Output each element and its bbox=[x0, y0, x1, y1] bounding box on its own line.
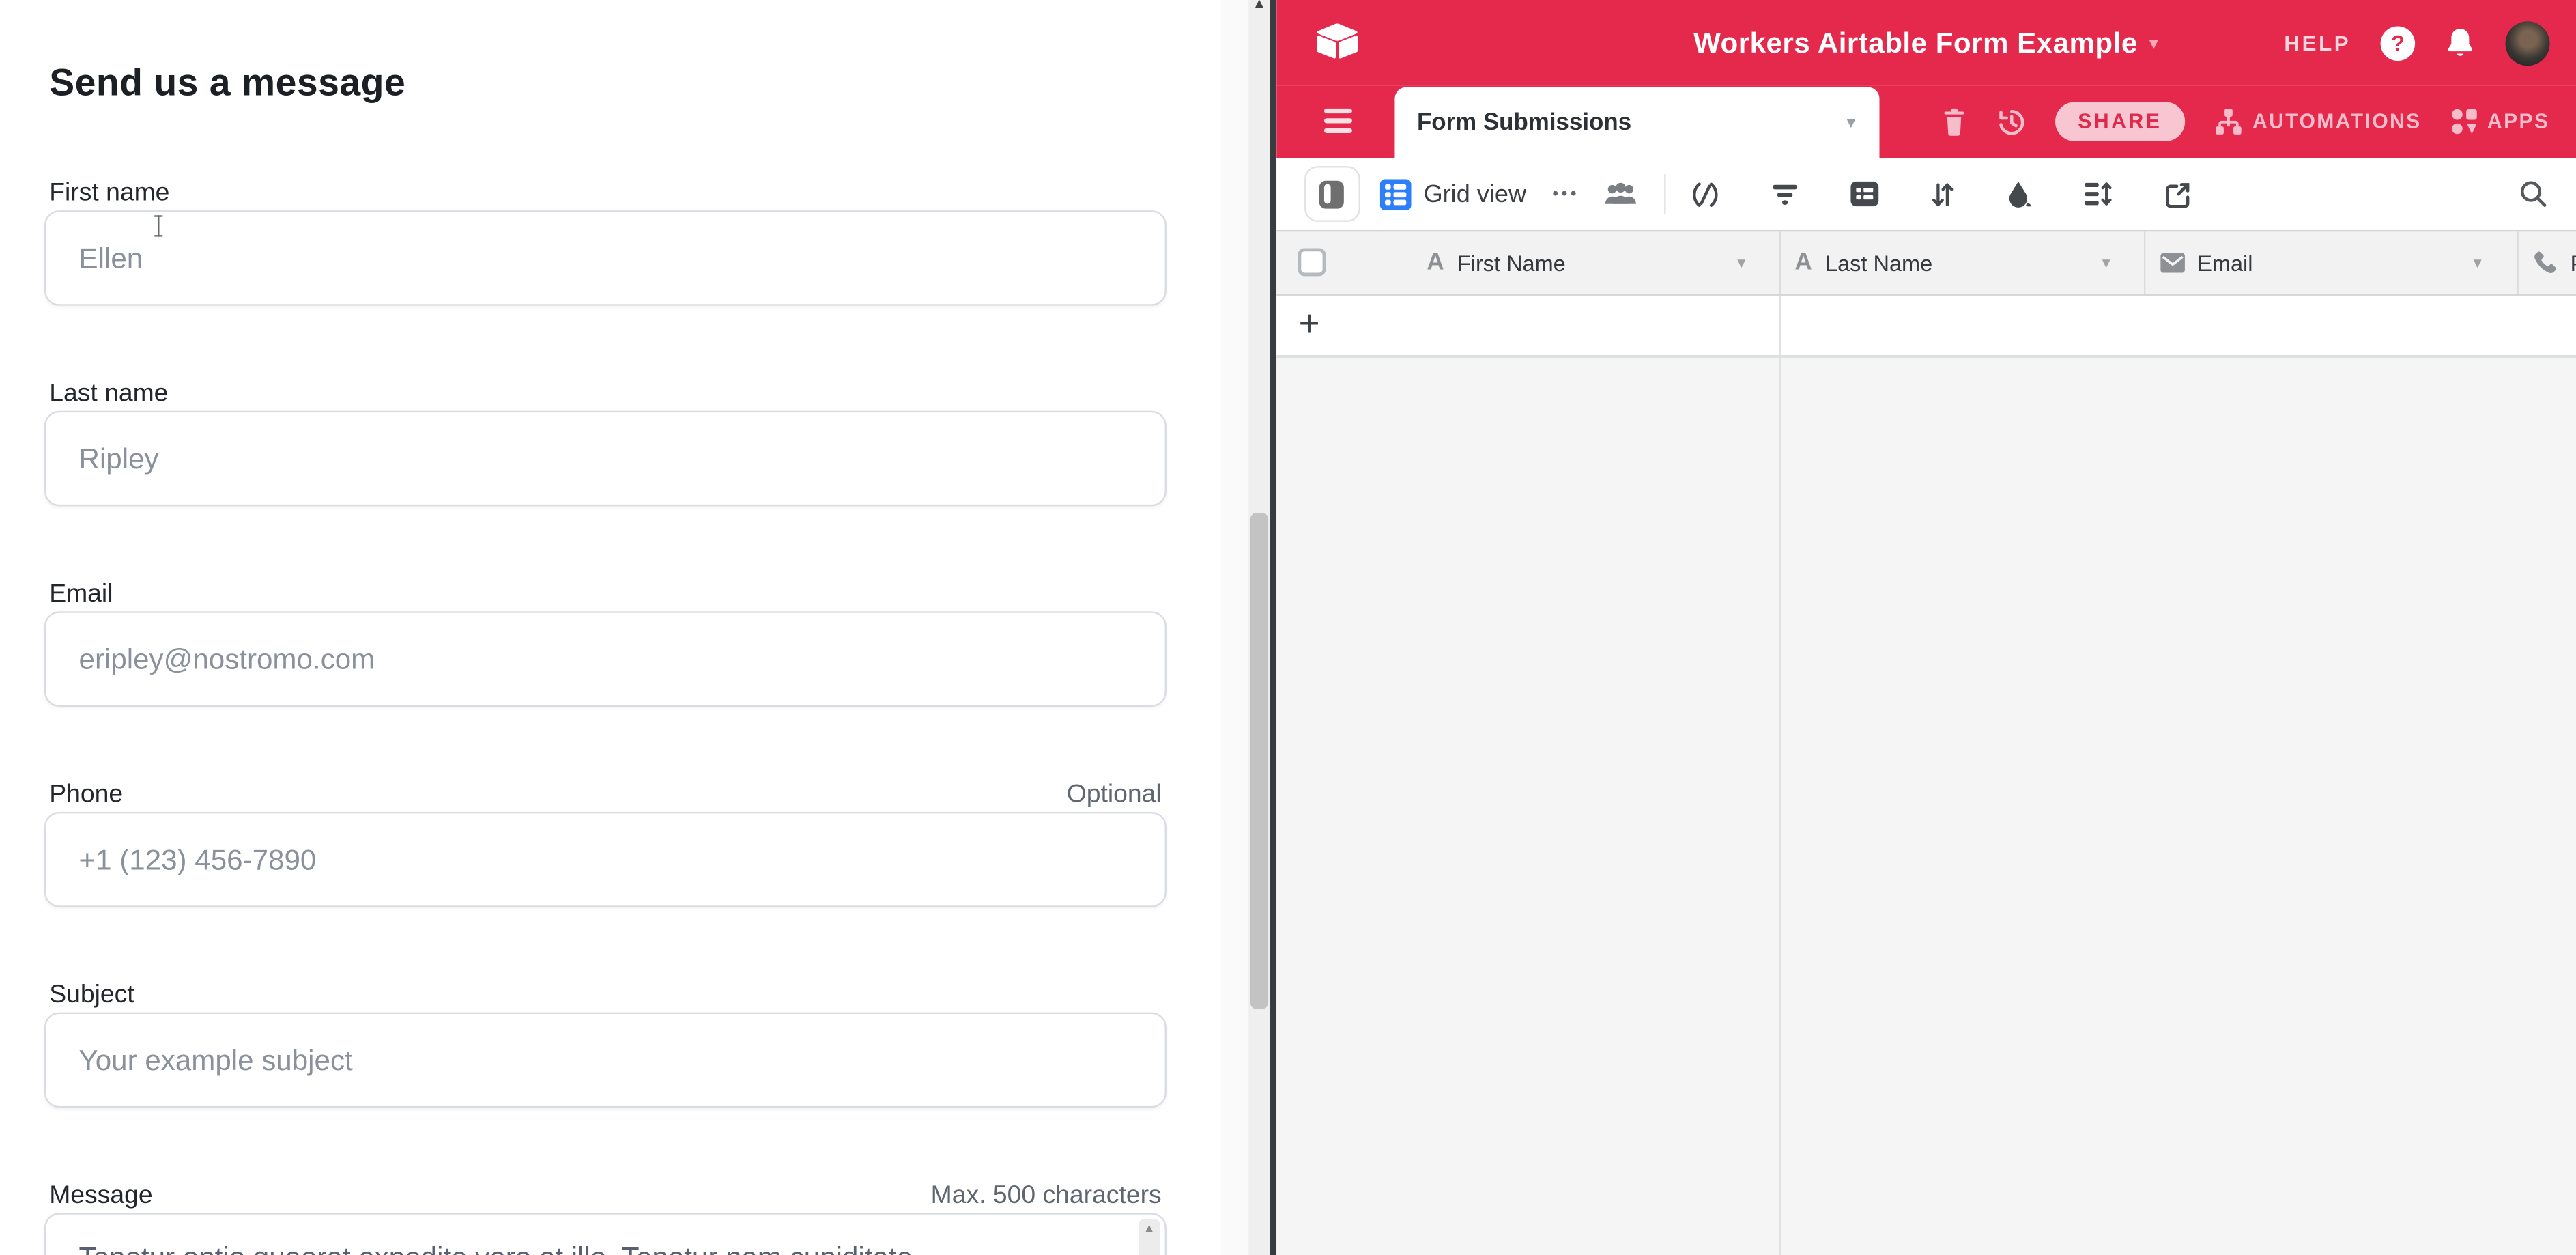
grid-view-icon bbox=[1379, 178, 1411, 210]
add-record-plus-icon[interactable]: + bbox=[1299, 302, 1320, 346]
table-list-menu-icon[interactable] bbox=[1323, 109, 1351, 133]
row-height-icon[interactable] bbox=[2083, 181, 2112, 208]
sidebar-icon bbox=[1319, 180, 1344, 208]
last-name-field-group: Last name bbox=[44, 378, 1167, 507]
grid-header-row: A First Name ▾ A Last Name ▾ Email bbox=[1276, 231, 2576, 296]
phone-optional-note: Optional bbox=[1067, 779, 1162, 810]
message-field-group: Message Max. 500 characters Tenetur opti… bbox=[44, 1180, 1167, 1255]
message-label: Message bbox=[49, 1180, 152, 1211]
subject-label: Subject bbox=[49, 980, 134, 1011]
text-cursor-icon bbox=[153, 215, 164, 236]
message-text: Tenetur optio quaerat expedite vero et i… bbox=[46, 1215, 1164, 1255]
phone-field-type-icon bbox=[2531, 250, 2558, 277]
column-first-name-caret-icon[interactable]: ▾ bbox=[1737, 231, 1745, 294]
share-view-icon[interactable] bbox=[2163, 180, 2191, 208]
window-divider bbox=[1270, 0, 1276, 1255]
column-divider[interactable] bbox=[1778, 231, 1781, 294]
apps-label: APPS bbox=[2487, 110, 2550, 133]
group-icon[interactable] bbox=[1849, 181, 1878, 208]
sort-icon[interactable] bbox=[1930, 180, 1954, 208]
column-email-caret-icon[interactable]: ▾ bbox=[2474, 231, 2482, 294]
page-gutter bbox=[1220, 0, 1248, 1255]
contact-form-panel: Send us a message First name Last name E… bbox=[0, 0, 1220, 1255]
search-icon[interactable] bbox=[2519, 179, 2548, 208]
history-icon[interactable] bbox=[1996, 106, 2027, 137]
filter-icon[interactable] bbox=[1771, 182, 1799, 206]
apps-button[interactable]: APPS bbox=[2450, 107, 2550, 136]
collaborators-icon[interactable] bbox=[1603, 181, 1637, 208]
hide-fields-icon[interactable] bbox=[1690, 180, 1719, 208]
form-title: Send us a message bbox=[49, 59, 1167, 105]
help-button[interactable]: HELP bbox=[2284, 31, 2351, 55]
phone-field-group: Phone Optional bbox=[44, 779, 1167, 907]
automations-icon bbox=[2213, 107, 2244, 136]
page-scrollbar[interactable]: ▲ bbox=[1248, 0, 1270, 1255]
column-last-name[interactable]: A Last Name bbox=[1795, 231, 1933, 294]
screen: Send us a message First name Last name E… bbox=[0, 0, 2576, 1255]
first-name-field-group: First name bbox=[44, 178, 1167, 306]
column-divider[interactable] bbox=[2516, 231, 2519, 294]
phone-input[interactable] bbox=[44, 812, 1167, 907]
column-email[interactable]: Email bbox=[2160, 231, 2253, 294]
message-max-chars-note: Max. 500 characters bbox=[931, 1180, 1162, 1211]
tab-form-submissions[interactable]: Form Submissions ▾ bbox=[1394, 87, 1878, 158]
base-title-caret-icon[interactable]: ▾ bbox=[2149, 32, 2158, 53]
column-divider[interactable] bbox=[2143, 231, 2146, 294]
page-scrollbar-thumb[interactable] bbox=[1250, 513, 1268, 1009]
automations-button[interactable]: AUTOMATIONS bbox=[2213, 107, 2421, 136]
select-all-checkbox[interactable] bbox=[1297, 248, 1325, 276]
view-toolbar: Grid view ••• bbox=[1276, 158, 2576, 231]
message-input[interactable]: Tenetur optio quaerat expedite vero et i… bbox=[44, 1213, 1167, 1255]
email-input[interactable] bbox=[44, 611, 1167, 707]
airtable-topbar: Workers Airtable Form Example ▾ HELP ? bbox=[1276, 0, 2576, 85]
grid-canvas bbox=[1276, 362, 2576, 1255]
column-last-name-caret-icon[interactable]: ▾ bbox=[2102, 231, 2110, 294]
apps-icon bbox=[2450, 107, 2479, 136]
subject-input[interactable] bbox=[44, 1013, 1167, 1108]
share-button[interactable]: SHARE bbox=[2055, 102, 2186, 141]
automations-label: AUTOMATIONS bbox=[2252, 110, 2422, 133]
last-name-label: Last name bbox=[49, 378, 168, 410]
text-field-type-icon: A bbox=[1427, 250, 1444, 277]
view-switcher[interactable]: Grid view bbox=[1379, 178, 1526, 210]
subject-field-group: Subject bbox=[44, 980, 1167, 1108]
notifications-bell-icon[interactable] bbox=[2444, 25, 2476, 60]
email-field-type-icon bbox=[2160, 253, 2184, 273]
message-scrollbar[interactable]: ▲ bbox=[1139, 1219, 1160, 1255]
color-icon[interactable] bbox=[2005, 179, 2032, 208]
first-name-input[interactable] bbox=[44, 210, 1167, 306]
trash-icon[interactable] bbox=[1940, 106, 1968, 137]
table-caret-icon[interactable]: ▾ bbox=[1846, 112, 1855, 133]
first-name-label: First name bbox=[49, 178, 169, 209]
text-field-type-icon: A bbox=[1795, 250, 1812, 277]
last-name-input[interactable] bbox=[44, 411, 1167, 507]
email-label: Email bbox=[49, 578, 113, 610]
scrollbar-up-arrow-icon[interactable]: ▲ bbox=[1248, 0, 1270, 12]
active-table-name: Form Submissions bbox=[1417, 109, 1631, 136]
view-more-icon[interactable]: ••• bbox=[1553, 185, 1580, 203]
airtable-tabbar: Form Submissions ▾ SHARE bbox=[1276, 85, 2576, 158]
email-field-group: Email bbox=[44, 578, 1167, 707]
frozen-column-divider[interactable] bbox=[1778, 296, 1781, 1255]
view-name: Grid view bbox=[1424, 180, 1526, 208]
column-phone[interactable]: Phone bbox=[2531, 231, 2576, 294]
toolbar-divider bbox=[1663, 174, 1665, 214]
help-question-icon[interactable]: ? bbox=[2381, 25, 2416, 60]
airtable-panel: Workers Airtable Form Example ▾ HELP ? F… bbox=[1276, 0, 2576, 1255]
user-avatar[interactable] bbox=[2506, 20, 2550, 65]
base-title[interactable]: Workers Airtable Form Example bbox=[1693, 25, 2138, 60]
view-sidebar-toggle-button[interactable] bbox=[1304, 166, 1360, 222]
column-first-name[interactable]: A First Name bbox=[1427, 231, 1565, 294]
add-record-row[interactable]: + bbox=[1276, 296, 2576, 358]
phone-label: Phone bbox=[49, 779, 123, 810]
scroll-up-icon[interactable]: ▲ bbox=[1139, 1219, 1160, 1239]
